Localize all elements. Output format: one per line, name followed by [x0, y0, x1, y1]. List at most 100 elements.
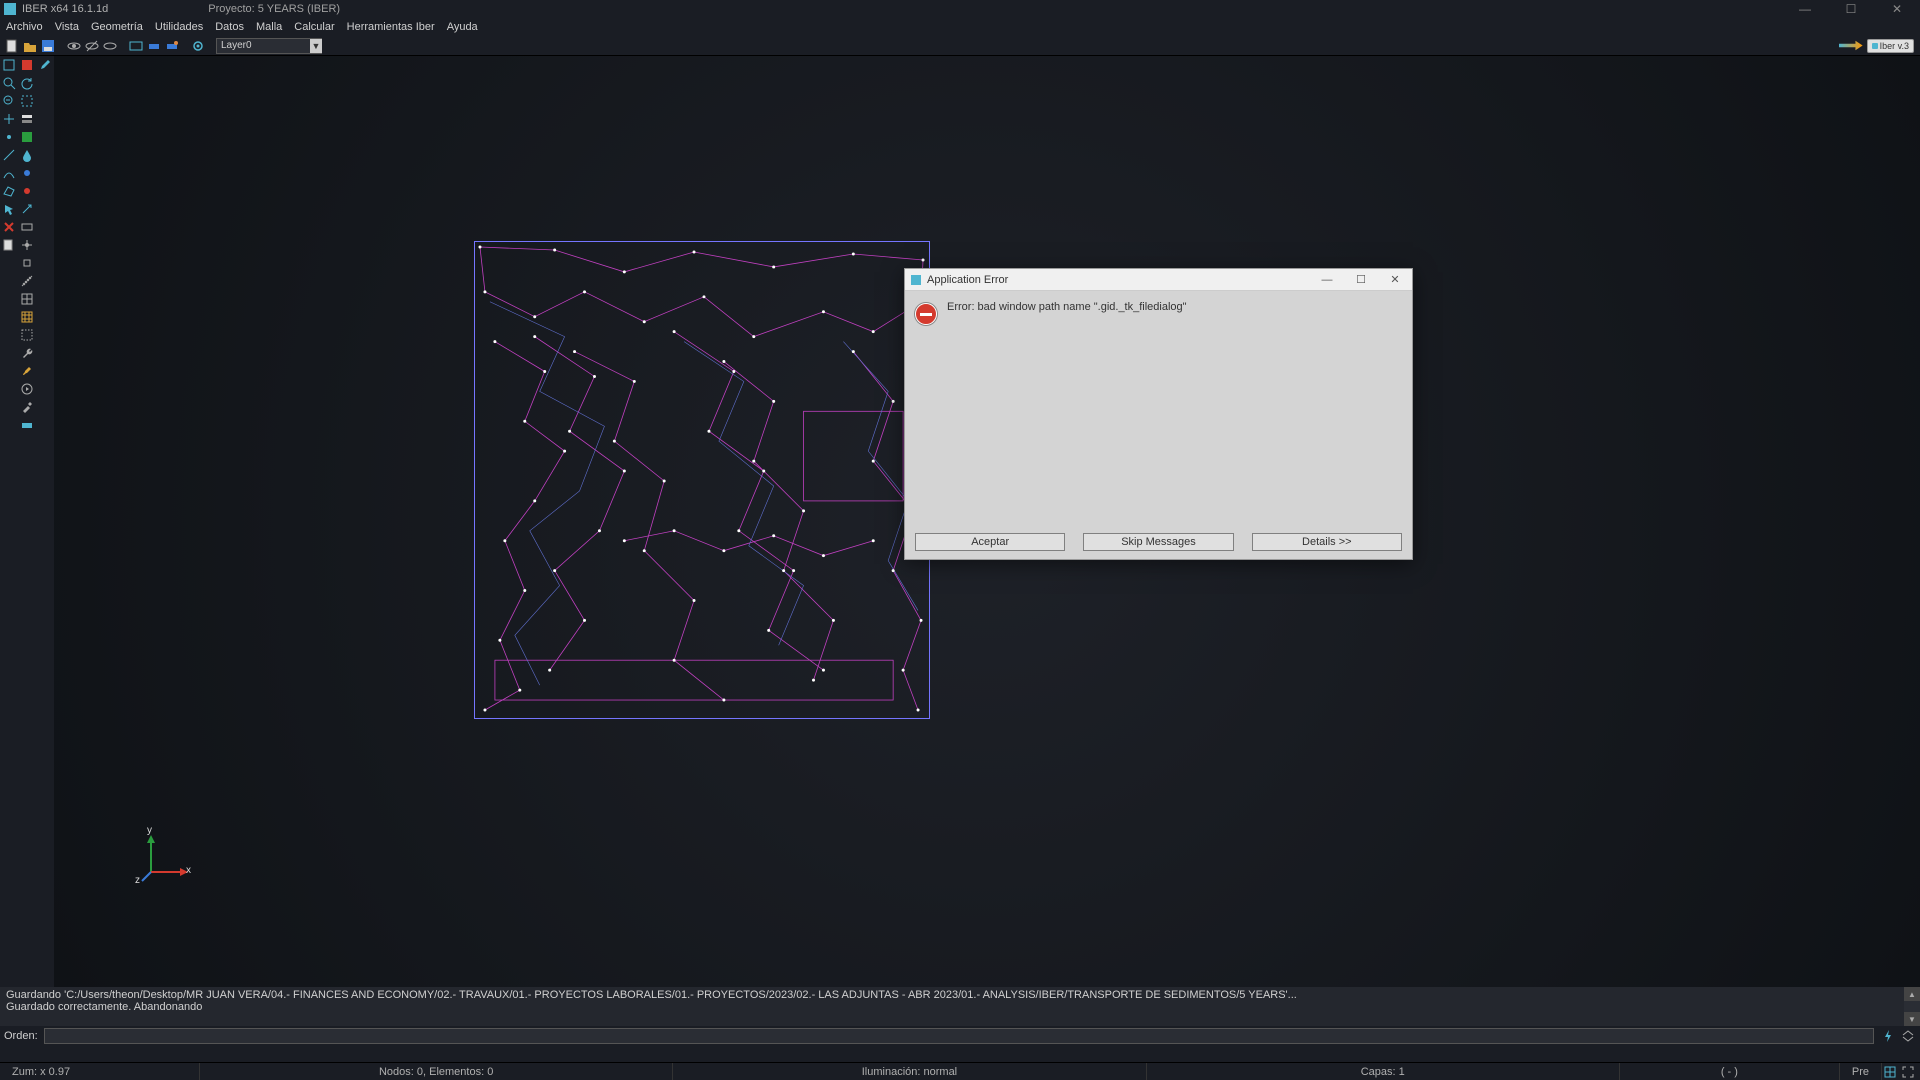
select-tool-icon[interactable]: [0, 200, 18, 218]
new-file-icon[interactable]: [4, 38, 20, 54]
red-dot-icon[interactable]: [18, 182, 36, 200]
mesh-bound-icon[interactable]: [18, 326, 36, 344]
car-icon[interactable]: [146, 38, 162, 54]
rotate-icon[interactable]: [18, 74, 36, 92]
rectangle-icon[interactable]: [18, 218, 36, 236]
screenshot-icon[interactable]: [128, 38, 144, 54]
command-label: Orden:: [4, 1030, 38, 1042]
gear-icon[interactable]: [190, 38, 206, 54]
open-file-icon[interactable]: [22, 38, 38, 54]
grid-toggle-icon[interactable]: [1882, 1064, 1898, 1080]
drop-icon[interactable]: [18, 146, 36, 164]
console-messages: Guardando 'C:/Users/theon/Desktop/MR JUA…: [0, 987, 1920, 1026]
status-coords: ( - ): [1620, 1063, 1840, 1080]
dialog-body: Error: bad window path name ".gid._tk_fi…: [905, 291, 1412, 533]
zoom-in-icon[interactable]: [0, 74, 18, 92]
dialog-app-icon: [911, 275, 921, 285]
scroll-up-icon[interactable]: ▲: [1904, 987, 1920, 1001]
expand-icon[interactable]: [1900, 1028, 1916, 1044]
menu-vista[interactable]: Vista: [55, 21, 79, 33]
top-toolbar: Layer0 ▼ Iber v.3: [0, 36, 1920, 56]
dialog-message: Error: bad window path name ".gid._tk_fi…: [947, 301, 1187, 523]
snap-end-icon[interactable]: [18, 254, 36, 272]
fullscreen-icon[interactable]: [1900, 1064, 1916, 1080]
iber-version-badge[interactable]: Iber v.3: [1867, 39, 1914, 53]
left-toolbar: [0, 56, 54, 434]
blue-dot-icon[interactable]: [18, 164, 36, 182]
menu-archivo[interactable]: Archivo: [6, 21, 43, 33]
dialog-maximize-button[interactable]: ☐: [1344, 269, 1378, 291]
animate-icon[interactable]: [18, 380, 36, 398]
eye-show-icon[interactable]: [66, 38, 82, 54]
delete-icon[interactable]: [0, 218, 18, 236]
dialog-skip-button[interactable]: Skip Messages: [1083, 533, 1233, 551]
layer-select[interactable]: Layer0 ▼: [216, 38, 322, 54]
layers-icon[interactable]: [18, 110, 36, 128]
axis-x-label: x: [186, 865, 191, 876]
hammer-icon[interactable]: [18, 398, 36, 416]
menu-calcular[interactable]: Calcular: [294, 21, 334, 33]
dialog-minimize-button[interactable]: —: [1310, 269, 1344, 291]
mesh-icon[interactable]: [18, 290, 36, 308]
dialog-title: Application Error: [927, 274, 1008, 286]
surface-tool-icon[interactable]: [0, 182, 18, 200]
axis-y-label: y: [147, 825, 152, 836]
dialog-titlebar[interactable]: Application Error — ☐ ✕: [905, 269, 1412, 291]
pencil-icon[interactable]: [36, 56, 54, 74]
zoom-out-icon[interactable]: [0, 92, 18, 110]
point-tool-icon[interactable]: [0, 128, 18, 146]
minimize-button[interactable]: —: [1782, 0, 1828, 18]
bolt-icon[interactable]: [1880, 1028, 1896, 1044]
draw-brush-icon[interactable]: [18, 362, 36, 380]
wrench-icon[interactable]: [18, 344, 36, 362]
line-tool-icon[interactable]: [0, 146, 18, 164]
snap-point-icon[interactable]: [18, 236, 36, 254]
tool-cyan-icon[interactable]: [18, 416, 36, 434]
status-nodes: Nodos: 0, Elementos: 0: [200, 1063, 673, 1080]
chevron-down-icon: ▼: [310, 39, 322, 53]
dialog-ok-button[interactable]: Aceptar: [915, 533, 1065, 551]
arc-tool-icon[interactable]: [0, 164, 18, 182]
zoom-window-icon[interactable]: [18, 92, 36, 110]
command-row: Orden:: [0, 1026, 1920, 1046]
axis-indicator: y x z: [136, 827, 196, 887]
app-icon: [4, 3, 16, 15]
status-lighting: Iluminación: normal: [673, 1063, 1146, 1080]
status-mode[interactable]: Pre: [1840, 1063, 1882, 1080]
pan-icon[interactable]: [0, 110, 18, 128]
menu-herramientas-iber[interactable]: Herramientas Iber: [347, 21, 435, 33]
menu-utilidades[interactable]: Utilidades: [155, 21, 203, 33]
maximize-button[interactable]: ☐: [1828, 0, 1874, 18]
eye-hide-icon[interactable]: [84, 38, 100, 54]
red-box-icon[interactable]: [18, 56, 36, 74]
console-line-2: Guardado correctamente. Abandonando: [6, 1001, 1914, 1013]
measure-icon[interactable]: [18, 272, 36, 290]
status-bar: Zum: x 0.97 Nodos: 0, Elementos: 0 Ilumi…: [0, 1062, 1920, 1080]
console-scrollbar[interactable]: ▲ ▼: [1904, 987, 1920, 1026]
copy-doc-icon[interactable]: [0, 236, 18, 254]
mesh-select-icon[interactable]: [18, 308, 36, 326]
window-titlebar: IBER x64 16.1.1d Proyecto: 5 YEARS (IBER…: [0, 0, 1920, 18]
command-input[interactable]: [44, 1028, 1874, 1044]
dialog-close-button[interactable]: ✕: [1378, 269, 1412, 291]
car-alt-icon[interactable]: [164, 38, 180, 54]
green-box-icon[interactable]: [18, 128, 36, 146]
drawing-bounds: [474, 241, 930, 719]
error-dialog: Application Error — ☐ ✕ Error: bad windo…: [904, 268, 1413, 560]
menu-malla[interactable]: Malla: [256, 21, 282, 33]
menu-geometria[interactable]: Geometría: [91, 21, 143, 33]
project-label: Proyecto: 5 YEARS (IBER): [208, 3, 340, 15]
app-title: IBER x64 16.1.1d: [22, 3, 108, 15]
axis-z-label: z: [135, 875, 140, 886]
menu-bar: Archivo Vista Geometría Utilidades Datos…: [0, 18, 1920, 36]
menu-datos[interactable]: Datos: [215, 21, 244, 33]
save-file-icon[interactable]: [40, 38, 56, 54]
close-button[interactable]: ✕: [1874, 0, 1920, 18]
menu-ayuda[interactable]: Ayuda: [447, 21, 478, 33]
zoom-extents-icon[interactable]: [0, 56, 18, 74]
dialog-details-button[interactable]: Details >>: [1252, 533, 1402, 551]
cyan-arrow-icon[interactable]: [18, 200, 36, 218]
eye-alt-icon[interactable]: [102, 38, 118, 54]
gradient-arrow-icon[interactable]: [1839, 40, 1863, 52]
scroll-down-icon[interactable]: ▼: [1904, 1012, 1920, 1026]
